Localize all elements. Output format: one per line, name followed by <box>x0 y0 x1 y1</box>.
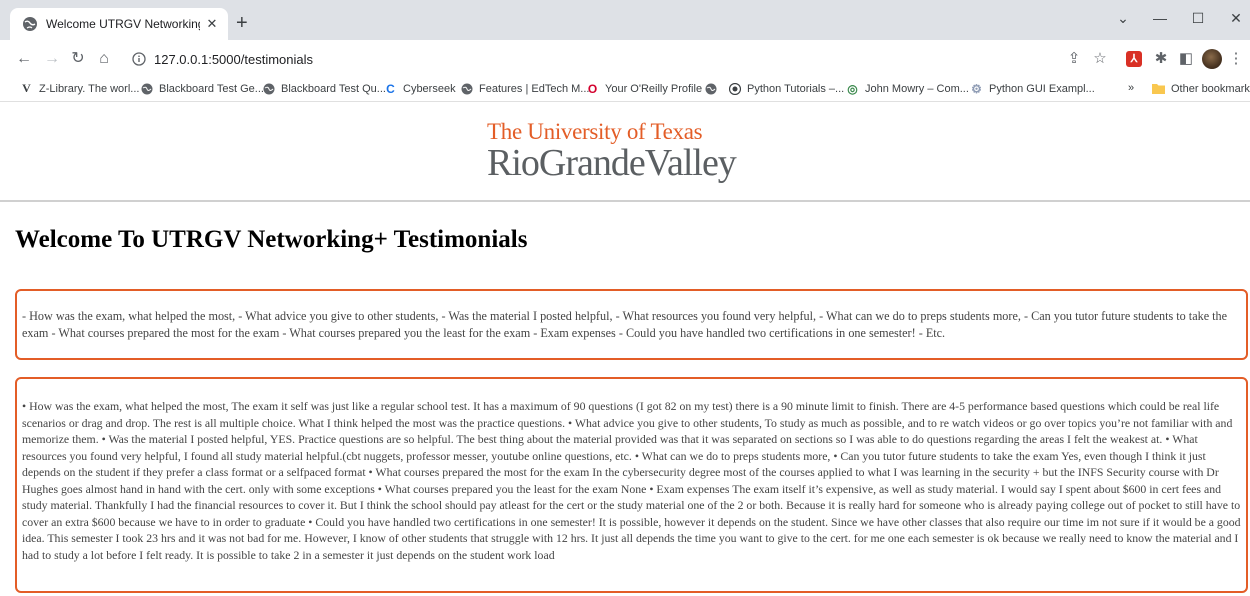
maximize-button[interactable]: ☐ <box>1188 10 1208 27</box>
minimize-button[interactable]: — <box>1150 10 1170 26</box>
address-bar[interactable]: 127.0.0.1:5000/testimonials <box>120 45 1120 73</box>
bookmark-blackboard-questions[interactable]: Blackboard Test Qu... <box>262 82 386 95</box>
globe-icon <box>704 82 717 95</box>
globe-icon <box>23 17 37 31</box>
bookmark-john-mowry[interactable]: ◎ John Mowry – Com... <box>846 81 969 96</box>
utrgv-logo: The University of Texas RioGrandeValley <box>487 119 787 189</box>
oreilly-icon: O <box>587 81 598 96</box>
url-text: 127.0.0.1:5000/testimonials <box>154 51 313 67</box>
browser-tab-active[interactable]: Welcome UTRGV Networking+ T ✕ <box>10 8 228 40</box>
tab-close-icon[interactable]: ✕ <box>204 16 220 32</box>
extensions-puzzle-icon[interactable]: ✱ <box>1151 49 1171 69</box>
testimonial-box: • How was the exam, what helped the most… <box>15 377 1248 593</box>
bookmark-oreilly-profile[interactable]: O Your O'Reilly Profile <box>586 81 702 96</box>
python-gui-icon: ⚙ <box>971 81 982 96</box>
browser-titlebar: Welcome UTRGV Networking+ T ✕ + ⌄ — ☐ ✕ <box>0 0 1250 40</box>
bookmark-unnamed[interactable] <box>704 82 723 95</box>
bookmark-cyberseek[interactable]: C Cyberseek <box>384 81 455 96</box>
globe-icon <box>460 82 473 95</box>
forward-button[interactable]: → <box>42 50 62 68</box>
folder-icon <box>1152 82 1165 95</box>
page-title: Welcome To UTRGV Networking+ Testimonial… <box>15 226 528 253</box>
bookmark-python-gui[interactable]: ⚙ Python GUI Exampl... <box>970 81 1095 96</box>
globe-icon <box>140 82 153 95</box>
questions-text: - How was the exam, what helped the most… <box>22 309 1228 340</box>
new-tab-button[interactable]: + <box>236 13 248 33</box>
bookmarks-overflow-button[interactable]: » <box>1128 82 1134 94</box>
browser-toolbar: ← → ↻ ⌂ 127.0.0.1:5000/testimonials ⇪ ☆ … <box>0 40 1250 78</box>
bookmark-other-folder[interactable]: Other bookmarks <box>1152 82 1250 95</box>
tab-title: Welcome UTRGV Networking+ T <box>46 17 200 31</box>
home-button[interactable]: ⌂ <box>94 50 114 68</box>
profile-avatar-icon[interactable] <box>1202 49 1222 69</box>
cyberseek-icon: C <box>386 81 395 96</box>
bookmarks-bar: V Z-Library. The worl... Blackboard Test… <box>0 78 1250 102</box>
questions-box: - How was the exam, what helped the most… <box>15 289 1248 360</box>
pdf-extension-icon[interactable]: ⅄ <box>1126 51 1142 67</box>
star-icon[interactable]: ☆ <box>1090 49 1110 69</box>
bookmark-edtech-features[interactable]: Features | EdTech M... <box>460 82 589 95</box>
header-divider <box>0 200 1250 202</box>
bookmark-blackboard-generator[interactable]: Blackboard Test Ge... <box>140 82 264 95</box>
info-icon <box>132 52 146 66</box>
globe-icon <box>728 82 741 95</box>
zlibrary-icon: V <box>22 81 31 95</box>
side-panel-icon[interactable]: ◧ <box>1176 49 1196 69</box>
tab-search-chevron-icon[interactable]: ⌄ <box>1113 10 1133 27</box>
back-button[interactable]: ← <box>14 50 34 68</box>
reload-button[interactable]: ↻ <box>68 50 88 68</box>
logo-line-rgv: RioGrandeValley <box>487 142 737 184</box>
bookmark-python-tutorials[interactable]: Python Tutorials –... <box>728 82 844 95</box>
share-icon[interactable]: ⇪ <box>1064 49 1084 69</box>
bookmark-zlibrary[interactable]: V Z-Library. The worl... <box>20 81 139 95</box>
menu-kebab-icon[interactable]: ⋮ <box>1226 49 1246 69</box>
globe-icon <box>262 82 275 95</box>
page-content: The University of Texas RioGrandeValley … <box>0 103 1250 596</box>
site-icon: ◎ <box>847 81 858 96</box>
testimonial-text: • How was the exam, what helped the most… <box>22 399 1241 562</box>
close-window-button[interactable]: ✕ <box>1226 10 1246 27</box>
